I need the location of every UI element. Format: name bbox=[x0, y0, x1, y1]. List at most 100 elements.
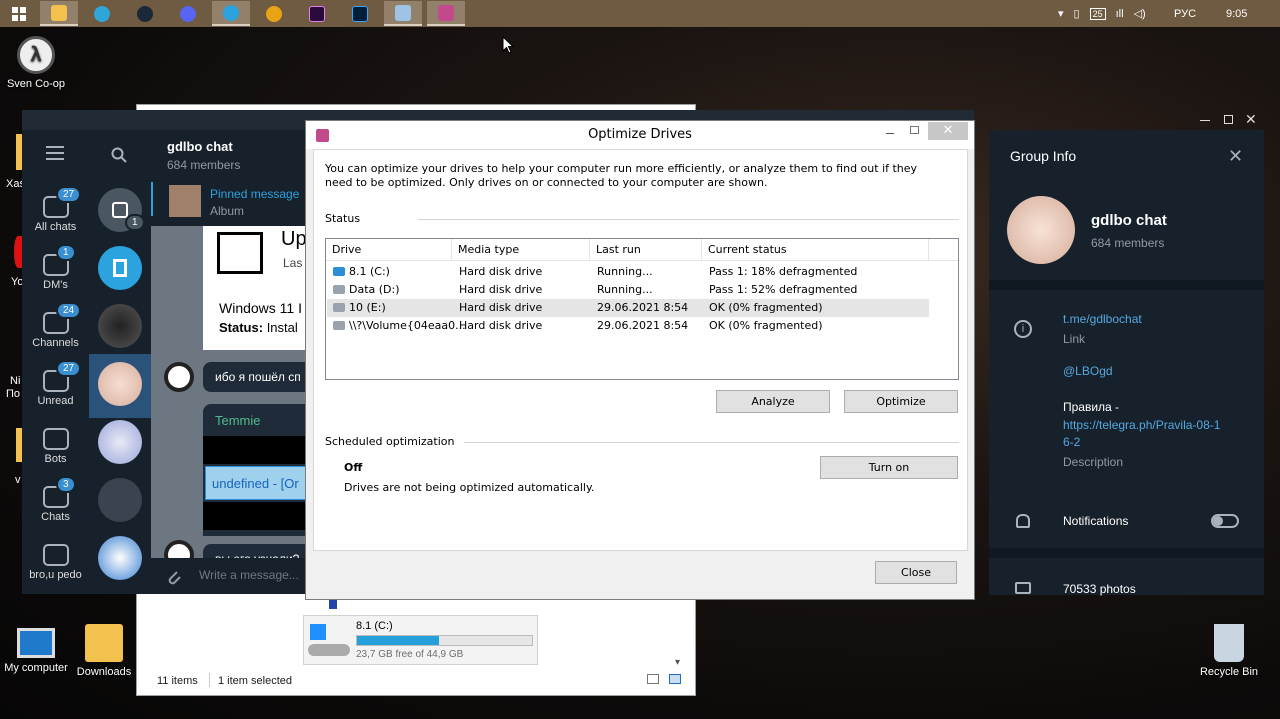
close-icon[interactable]: ✕ bbox=[1245, 111, 1257, 128]
close-panel-icon[interactable]: ✕ bbox=[1228, 146, 1243, 167]
chat-avatar[interactable] bbox=[98, 420, 142, 464]
chevron-up-icon[interactable]: ▾ bbox=[1058, 7, 1064, 20]
desktop-icon-label: Downloads bbox=[76, 666, 132, 678]
desktop-icon-my-computer[interactable]: My computer bbox=[0, 628, 72, 674]
language-indicator[interactable]: РУС bbox=[1174, 0, 1196, 27]
drive-row[interactable]: Data (D:) Hard disk drive Running... Pass 1… bbox=[327, 281, 929, 299]
taskbar-optimize-drives[interactable] bbox=[427, 1, 465, 26]
col-current-status[interactable]: Current status bbox=[702, 239, 929, 261]
tiles-view-icon[interactable] bbox=[669, 674, 681, 684]
defrag-icon bbox=[438, 4, 454, 21]
taskbar-control-panel[interactable] bbox=[384, 1, 422, 26]
photos-count[interactable]: 70533 photos bbox=[1063, 582, 1136, 596]
cell-media: Hard disk drive bbox=[459, 283, 543, 296]
drive-icon bbox=[333, 321, 345, 330]
dialog-titlebar: Optimize Drives ✕ bbox=[306, 121, 974, 149]
group-avatar[interactable] bbox=[1007, 196, 1075, 264]
minimize-icon[interactable] bbox=[1200, 120, 1210, 121]
user-avatar[interactable] bbox=[164, 362, 194, 392]
cell-status: OK (0% fragmented) bbox=[709, 319, 823, 332]
desktop-icon-sven-coop[interactable]: λ Sven Co-op bbox=[0, 36, 72, 90]
optimize-button[interactable]: Optimize bbox=[844, 390, 958, 413]
folder-icon bbox=[51, 4, 67, 21]
folder-item[interactable]: Chats 3 bbox=[22, 476, 89, 536]
saved-messages-avatar[interactable] bbox=[98, 246, 142, 290]
col-last-run[interactable]: Last run bbox=[590, 239, 702, 261]
card-title: Up bbox=[281, 228, 307, 250]
folder-label: Unread bbox=[37, 395, 74, 407]
details-view-icon[interactable] bbox=[647, 674, 659, 684]
rules-link[interactable]: https://telegra.ph/Pravila-08-1 bbox=[1063, 418, 1220, 432]
start-button[interactable] bbox=[0, 1, 38, 26]
phone-icon[interactable]: ▯ bbox=[1074, 7, 1080, 20]
folder-item[interactable]: All chats 27 bbox=[22, 186, 89, 246]
notifications-toggle[interactable] bbox=[1211, 514, 1239, 528]
chat-avatar[interactable] bbox=[98, 478, 142, 522]
taskbar-discord[interactable] bbox=[169, 1, 207, 26]
folder-item[interactable]: DM's 1 bbox=[22, 244, 89, 304]
maximize-icon[interactable] bbox=[910, 126, 919, 134]
group-info-header: Group Info bbox=[1010, 148, 1077, 164]
desktop-icon-recycle-bin[interactable]: Recycle Bin bbox=[1193, 624, 1265, 678]
folder-label: Chats bbox=[41, 511, 70, 523]
menu-icon[interactable] bbox=[46, 146, 64, 160]
gdlbo-chat-avatar[interactable] bbox=[98, 362, 142, 406]
taskbar-steam[interactable] bbox=[126, 1, 164, 26]
col-media-type[interactable]: Media type bbox=[452, 239, 590, 261]
maximize-icon[interactable] bbox=[1224, 115, 1233, 124]
partial-app-icon bbox=[14, 236, 22, 268]
drive-icon bbox=[333, 285, 345, 294]
chat-members: 684 members bbox=[167, 158, 241, 172]
volume-icon[interactable]: ◁) bbox=[1134, 7, 1146, 20]
desktop-icon-label: Recycle Bin bbox=[1199, 666, 1259, 678]
folder-badge: 27 bbox=[56, 360, 82, 377]
taskbar-premiere[interactable] bbox=[298, 1, 336, 26]
attach-icon[interactable] bbox=[165, 568, 183, 586]
search-icon[interactable] bbox=[111, 147, 127, 163]
group-link[interactable]: t.me/gdlbochat bbox=[1063, 312, 1142, 326]
battery-icon[interactable]: 25 bbox=[1089, 7, 1106, 20]
drive-row[interactable]: 8.1 (C:) Hard disk drive Running... Pass 1:… bbox=[327, 263, 929, 281]
drive-tile-c[interactable]: 8.1 (C:) 23,7 GB free of 44,9 GB bbox=[303, 615, 538, 665]
rules-label: Правила - bbox=[1063, 400, 1120, 414]
card-status-value: Instal bbox=[266, 320, 298, 335]
lang-label: РУС bbox=[1174, 7, 1197, 20]
scroll-down-icon[interactable]: ▾ bbox=[675, 657, 680, 668]
analyze-button[interactable]: Analyze bbox=[716, 390, 830, 413]
folder-item[interactable]: Unread 27 bbox=[22, 360, 89, 420]
chat-list: 1 bbox=[89, 130, 151, 594]
taskbar-edge[interactable] bbox=[83, 1, 121, 26]
drive-row[interactable]: \\?\Volume{04eaa0... Hard disk drive 29.06… bbox=[327, 317, 929, 335]
rules-link-cont[interactable]: 6-2 bbox=[1063, 435, 1080, 449]
dialog-title: Optimize Drives bbox=[588, 127, 692, 142]
col-drive[interactable]: Drive bbox=[326, 239, 452, 261]
taskbar-winamp[interactable] bbox=[255, 1, 293, 26]
bell-icon bbox=[1016, 514, 1030, 528]
close-icon[interactable]: ✕ bbox=[928, 122, 968, 140]
cell-last: 29.06.2021 8:54 bbox=[597, 301, 689, 314]
folder-item[interactable]: bro,u pedo bbox=[22, 536, 89, 594]
turn-on-button[interactable]: Turn on bbox=[820, 456, 958, 479]
taskbar-telegram[interactable] bbox=[212, 1, 250, 26]
folder-badge: 1 bbox=[56, 244, 76, 261]
message-input[interactable]: Write a message... bbox=[199, 568, 299, 582]
cell-last: Running... bbox=[597, 283, 653, 296]
group-name: gdlbo chat bbox=[1091, 212, 1167, 229]
section-divider bbox=[989, 280, 1264, 290]
section-divider bbox=[989, 548, 1264, 558]
close-button[interactable]: Close bbox=[875, 561, 957, 584]
folder-item[interactable]: Bots bbox=[22, 420, 89, 478]
minimize-icon[interactable] bbox=[886, 133, 894, 134]
group-username[interactable]: @LBOgd bbox=[1063, 364, 1113, 378]
wifi-icon[interactable]: ıll bbox=[1116, 8, 1124, 20]
clock[interactable]: 9:05 bbox=[1226, 0, 1247, 27]
taskbar-explorer[interactable] bbox=[40, 1, 78, 26]
drive-row[interactable]: 10 (E:) Hard disk drive 29.06.2021 8:54 OK … bbox=[327, 299, 929, 317]
desktop-icon-downloads[interactable]: Downloads bbox=[68, 624, 140, 678]
chat-avatar[interactable] bbox=[98, 536, 142, 580]
folder-label: All chats bbox=[34, 221, 77, 233]
folder-item[interactable]: Channels 24 bbox=[22, 302, 89, 362]
taskbar-photoshop[interactable] bbox=[341, 1, 379, 26]
drives-table[interactable]: Drive Media type Last run Current status… bbox=[325, 238, 959, 380]
chat-avatar[interactable] bbox=[98, 304, 142, 348]
